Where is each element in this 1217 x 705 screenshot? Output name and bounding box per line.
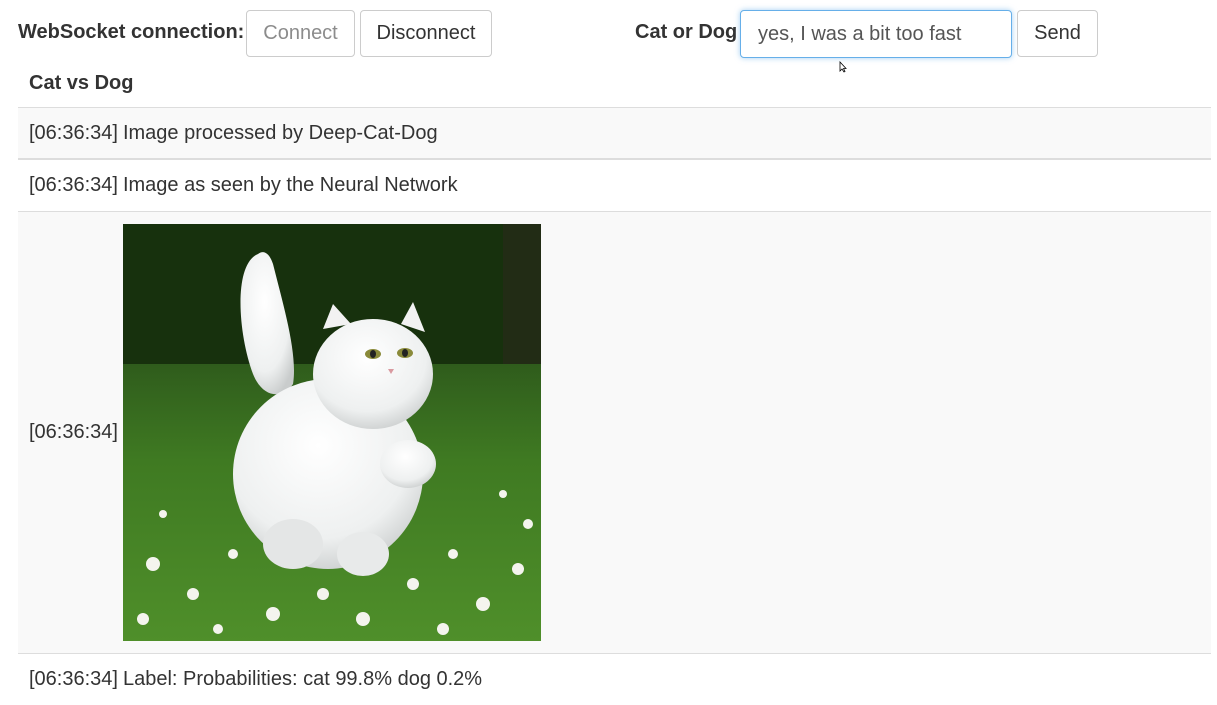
log-message: Image processed by Deep-Cat-Dog: [122, 121, 438, 144]
log-timestamp: [06:36:34]: [29, 421, 118, 443]
white-cat-illustration: [122, 224, 541, 641]
log-timestamp: [06:36:34]: [29, 174, 118, 196]
toolbar: WebSocket connection: Connect Disconnect…: [0, 0, 1217, 73]
cat-or-dog-label: Cat or Dog: [635, 21, 738, 43]
log-header: Cat vs Dog: [18, 58, 1211, 108]
log-row: [06:36:34] Image processed by Deep-Cat-D…: [18, 108, 1211, 159]
log-row: [06:36:34]: [18, 211, 1211, 653]
connect-button[interactable]: Connect: [246, 10, 355, 57]
log-message: Label: Probabilities: cat 99.8% dog 0.2%: [122, 668, 483, 690]
send-button[interactable]: Send: [1017, 10, 1098, 57]
log-timestamp: [06:36:34]: [29, 668, 118, 690]
log-row: [06:36:34] Label: Probabilities: cat 99.…: [18, 653, 1211, 705]
log-timestamp: [06:36:34]: [29, 121, 118, 144]
websocket-connection-label: WebSocket connection:: [18, 21, 245, 43]
log-message: Image as seen by the Neural Network: [122, 174, 458, 196]
disconnect-button[interactable]: Disconnect: [360, 10, 492, 57]
message-log: Cat vs Dog [06:36:34] Image processed by…: [18, 58, 1211, 705]
message-input[interactable]: [740, 10, 1012, 58]
log-row: [06:36:34] Image as seen by the Neural N…: [18, 159, 1211, 211]
cat-image: [122, 224, 541, 641]
